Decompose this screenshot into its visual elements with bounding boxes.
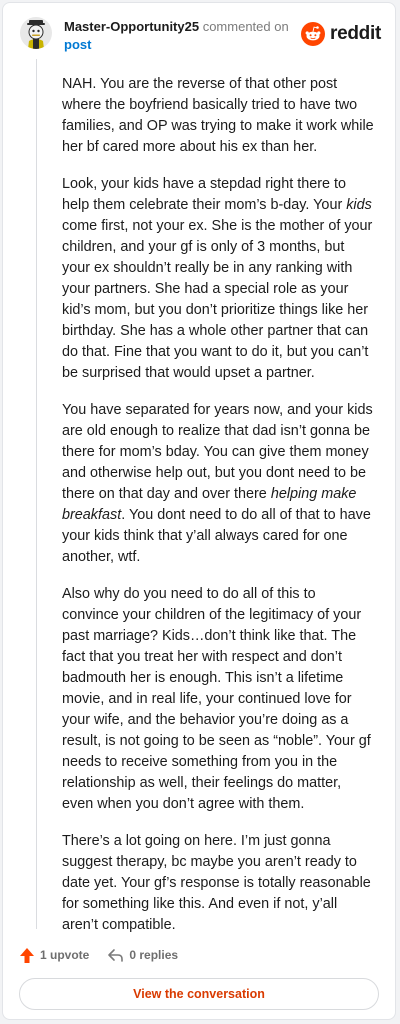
comment-paragraph: There’s a lot going on here. I’m just go…	[62, 833, 371, 933]
upvote-button[interactable]: 1 upvote	[19, 947, 89, 964]
comment-author: Master-Opportunity25 commented on	[64, 19, 289, 34]
replies-count: 0 replies	[129, 948, 179, 962]
replies-button[interactable]: 0 replies	[107, 947, 178, 963]
comment-paragraph: Also why do you need to do all of this t…	[62, 586, 371, 812]
comment-body: NAH. You are the reverse of that other p…	[62, 74, 376, 952]
comment-paragraph: You have separated for years now, and yo…	[62, 402, 373, 565]
thread-line[interactable]	[36, 59, 37, 929]
comment-card: Master-Opportunity25 commented on post r…	[2, 2, 396, 1020]
emphasis-text: kids	[346, 197, 372, 213]
username[interactable]: Master-Opportunity25	[64, 19, 199, 34]
comment-paragraph: Look, your kids have a stepdad right the…	[62, 176, 373, 381]
view-conversation-button[interactable]: View the conversation	[19, 978, 379, 1010]
user-avatar[interactable]	[20, 17, 52, 49]
post-link[interactable]: post	[64, 37, 91, 52]
comment-actions: 1 upvote 0 replies	[19, 943, 379, 967]
comment-header: Master-Opportunity25 commented on post r…	[3, 3, 395, 63]
reddit-wordmark: reddit	[330, 23, 381, 44]
reddit-brand[interactable]: reddit	[301, 22, 381, 46]
reply-icon	[108, 949, 124, 962]
upvote-arrow-icon	[20, 947, 34, 963]
comment-paragraph: NAH. You are the reverse of that other p…	[62, 76, 374, 155]
commented-on-text: commented on	[202, 19, 289, 34]
reddit-logo-icon	[301, 22, 326, 46]
avatar-icon	[27, 20, 45, 49]
upvote-count: 1 upvote	[40, 948, 90, 962]
